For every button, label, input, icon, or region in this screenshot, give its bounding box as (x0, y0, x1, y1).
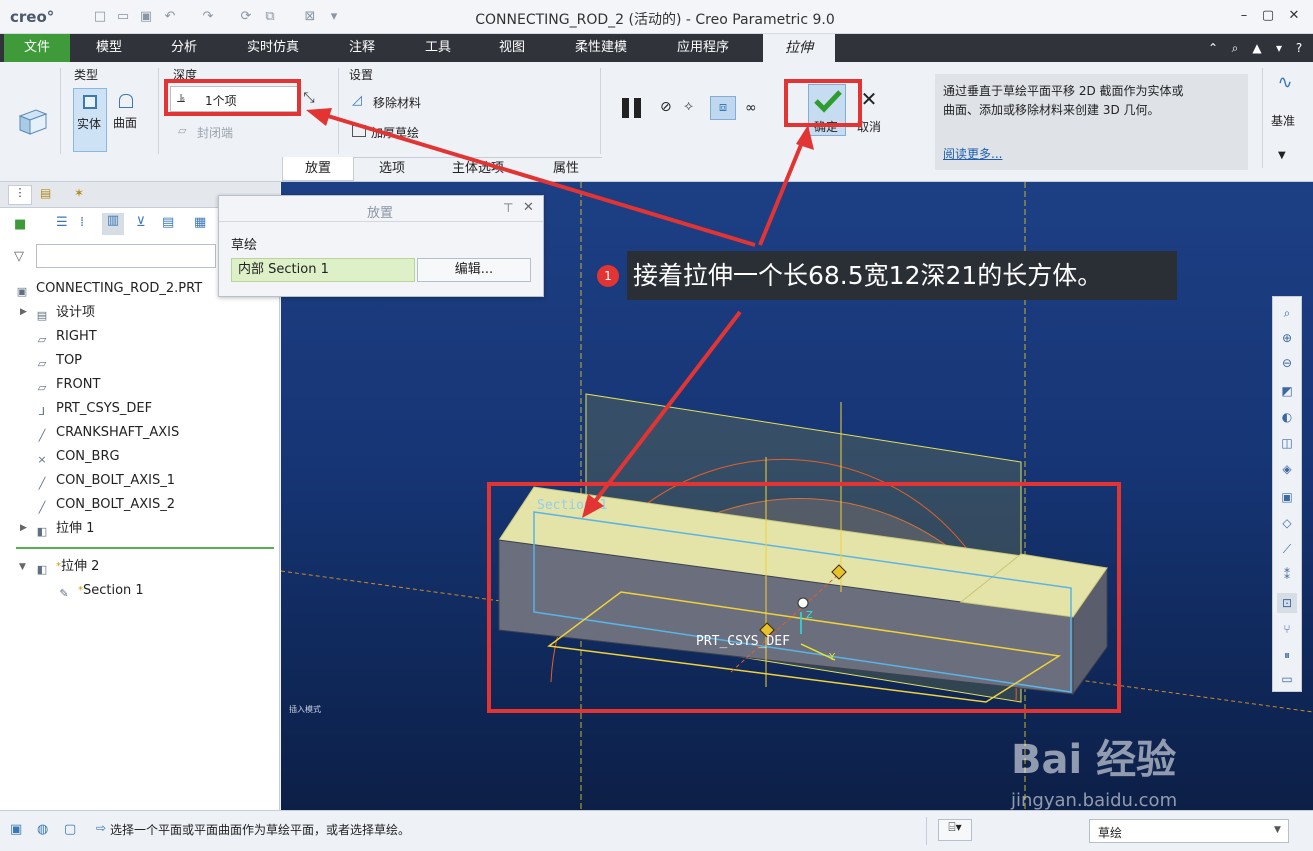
separator (926, 817, 927, 845)
status-message: 选择一个平面或平面曲面作为草绘平面，或者选择草绘。 (110, 823, 411, 837)
datum-display-icon[interactable]: ⟋ (1277, 539, 1297, 559)
saved-orientations-icon[interactable]: ◫ (1277, 433, 1297, 453)
pin-icon[interactable]: ⊤ (503, 201, 513, 215)
repaint-icon[interactable]: ◩ (1277, 381, 1297, 401)
zoom-out-icon[interactable]: ⊖ (1277, 353, 1297, 373)
edit-sketch-button[interactable]: 编辑... (417, 258, 531, 282)
navigator-toggle-icon[interactable]: ▣ (10, 822, 30, 840)
display-style-icon[interactable]: ◐ (1277, 407, 1297, 427)
placement-panel: 放置 ⊤ ✕ 草绘 内部 Section 1 编辑... (218, 195, 544, 297)
selection-filter-value: 草绘 (1098, 826, 1123, 840)
annotation-arrows (306, 108, 814, 518)
chevron-down-icon: ▼ (1274, 825, 1281, 835)
find-icon[interactable]: ⌸▾ (938, 819, 972, 841)
callout-number-badge: 1 (597, 265, 619, 287)
connect-icon[interactable]: ⑂ (1277, 619, 1297, 639)
annotation-display-icon[interactable]: ⁑ (1277, 565, 1297, 585)
spin-center-icon[interactable]: ⊡ (1277, 593, 1297, 613)
status-bar: ▣ ◍ ▢ ⇨ 选择一个平面或平面曲面作为草绘平面，或者选择草绘。 ⌸▾ 草绘 … (0, 810, 1313, 851)
zoom-in-icon[interactable]: ⊕ (1277, 328, 1297, 348)
close-panel-icon[interactable]: ✕ (523, 200, 534, 215)
pause-view-icon[interactable]: ⏸ (1277, 645, 1297, 665)
refit-icon[interactable]: ⌕ (1277, 303, 1297, 323)
perspective-icon[interactable]: ▣ (1277, 487, 1297, 507)
view-toolbar: ⌕ ⊕ ⊖ ◩ ◐ ◫ ◈ ▣ ◇ ⟋ ⁑ ⊡ ⑂ ⏸ ▭ (1272, 296, 1302, 692)
section-collector[interactable]: 内部 Section 1 (231, 258, 415, 282)
placement-panel-header: 放置 ⊤ ✕ (219, 196, 543, 222)
placement-panel-title: 放置 (367, 206, 394, 221)
browser-toggle-icon[interactable]: ◍ (37, 822, 57, 840)
selection-filter-dropdown[interactable]: 草绘 ▼ (1089, 819, 1289, 843)
section-view-icon[interactable]: ◇ (1277, 513, 1297, 533)
instruction-callout: 接着拉伸一个长68.5宽12深21的长方体。 (627, 251, 1177, 300)
sketch-label: 草绘 (231, 238, 258, 253)
more-view-icon[interactable]: ▭ (1277, 669, 1297, 689)
view-manager-icon[interactable]: ◈ (1277, 459, 1297, 479)
fullscreen-icon[interactable]: ▢ (64, 822, 84, 840)
message-arrow-icon: ⇨ (96, 821, 107, 835)
